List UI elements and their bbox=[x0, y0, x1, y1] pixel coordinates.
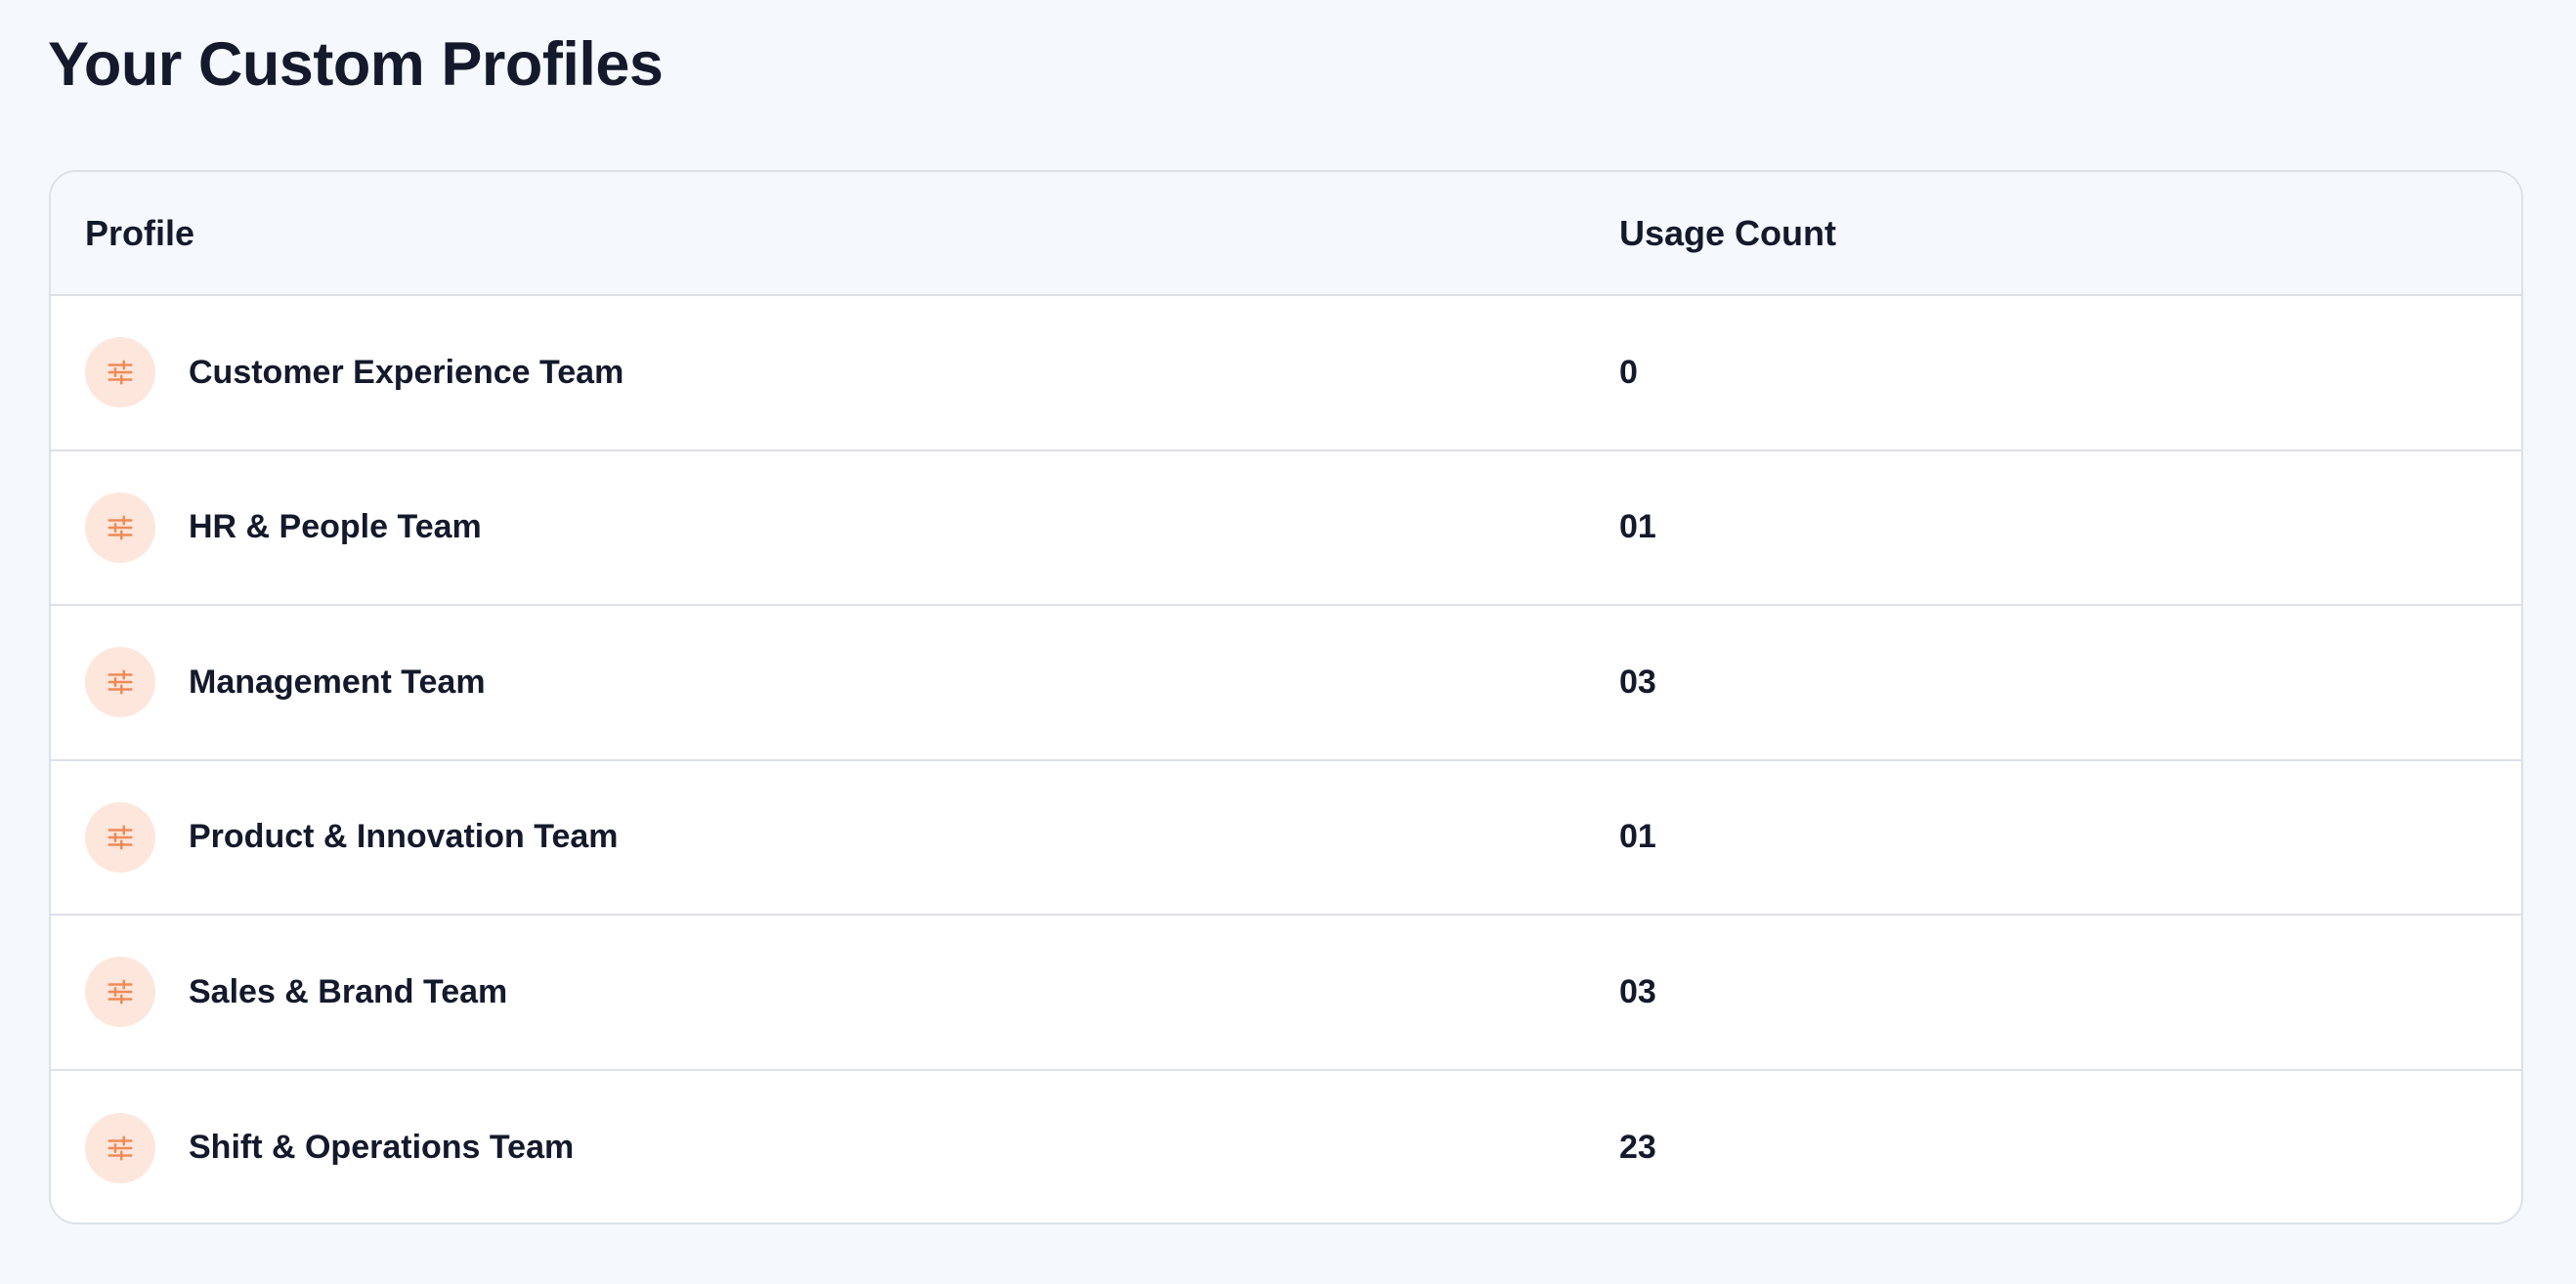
profile-cell: Management Team bbox=[85, 606, 486, 759]
table-row[interactable]: Shift & Operations Team 23 bbox=[51, 1070, 2521, 1223]
column-header-usage-count[interactable]: Usage Count bbox=[1619, 172, 1836, 294]
usage-count: 01 bbox=[1619, 508, 1656, 546]
table-row[interactable]: Customer Experience Team 0 bbox=[51, 296, 2521, 451]
table-row[interactable]: Product & Innovation Team 01 bbox=[51, 760, 2521, 916]
profiles-page: Your Custom Profiles Profile Usage Count… bbox=[0, 0, 2576, 1284]
sliders-icon bbox=[85, 801, 155, 873]
sliders-icon bbox=[85, 1112, 155, 1183]
table-row[interactable]: HR & People Team 01 bbox=[51, 450, 2521, 606]
sliders-icon bbox=[85, 492, 155, 563]
profile-cell: Product & Innovation Team bbox=[85, 761, 619, 915]
profile-name: Customer Experience Team bbox=[189, 353, 624, 391]
table-row[interactable]: Management Team 03 bbox=[51, 606, 2521, 761]
profile-name: Shift & Operations Team bbox=[189, 1129, 575, 1167]
profile-name: Management Team bbox=[189, 663, 486, 701]
usage-count: 03 bbox=[1619, 972, 1656, 1010]
page-title: Your Custom Profiles bbox=[48, 30, 664, 99]
sliders-icon bbox=[85, 647, 155, 718]
profile-name: Sales & Brand Team bbox=[189, 972, 508, 1010]
profile-name: Product & Innovation Team bbox=[189, 818, 619, 856]
usage-count: 03 bbox=[1619, 663, 1656, 701]
profile-cell: HR & People Team bbox=[85, 451, 482, 605]
table-body: Customer Experience Team 0 HR & People T… bbox=[51, 296, 2521, 1223]
table-row[interactable]: Sales & Brand Team 03 bbox=[51, 916, 2521, 1071]
usage-count: 0 bbox=[1619, 353, 1638, 391]
profile-cell: Shift & Operations Team bbox=[85, 1071, 575, 1223]
usage-count: 23 bbox=[1619, 1129, 1656, 1167]
column-header-profile[interactable]: Profile bbox=[85, 172, 194, 294]
profiles-table: Profile Usage Count Customer Experience … bbox=[49, 170, 2523, 1224]
table-header: Profile Usage Count bbox=[51, 172, 2521, 296]
profile-name: HR & People Team bbox=[189, 508, 482, 546]
usage-count: 01 bbox=[1619, 818, 1656, 856]
profile-cell: Customer Experience Team bbox=[85, 296, 623, 449]
profile-cell: Sales & Brand Team bbox=[85, 916, 507, 1069]
sliders-icon bbox=[85, 337, 155, 408]
sliders-icon bbox=[85, 957, 155, 1028]
